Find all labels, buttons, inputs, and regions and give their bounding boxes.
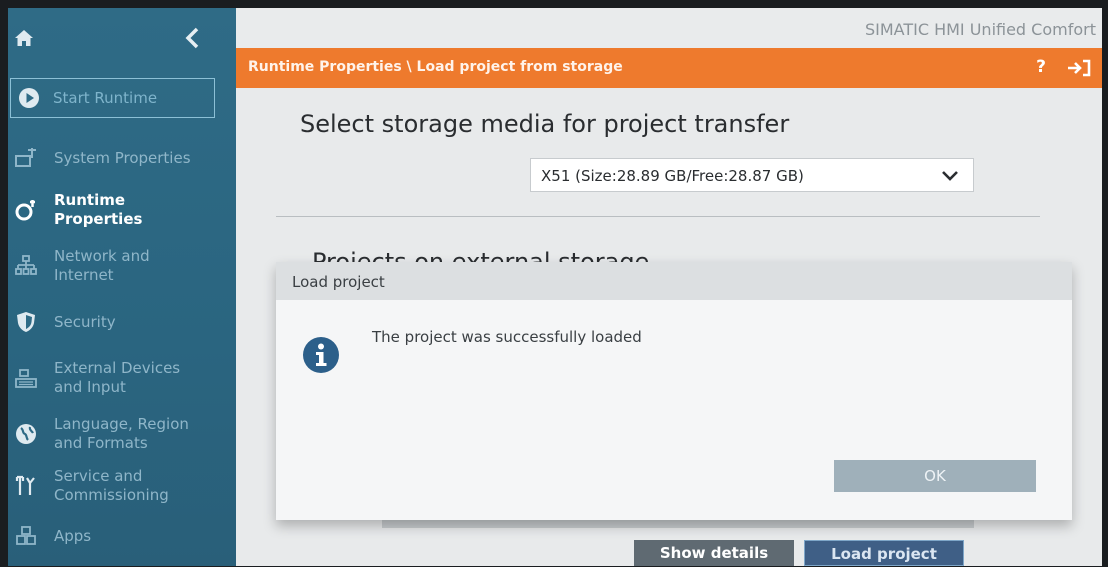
breadcrumb-bar: Runtime Properties \ Load project from s… (236, 48, 1102, 88)
system-properties-icon (15, 148, 36, 167)
sidebar-item-runtime-properties[interactable]: Runtime Properties (8, 188, 236, 232)
breadcrumb: Runtime Properties \ Load project from s… (248, 59, 623, 75)
sidebar-item-label: Security (54, 312, 116, 331)
page-title: Select storage media for project transfe… (300, 110, 790, 138)
sidebar-item-label: External Devices and Input (54, 359, 181, 396)
apps-icon (16, 526, 36, 545)
product-brand: SIMATIC HMI Unified Comfort (864, 20, 1096, 39)
sidebar-item-apps[interactable]: Apps (8, 514, 236, 558)
sidebar-item-label: Runtime Properties (54, 191, 143, 228)
sidebar-item-label: Service and Commissioning (54, 467, 169, 504)
show-details-button[interactable]: Show details (634, 540, 794, 566)
ok-button[interactable]: OK (834, 460, 1036, 492)
title-bar: SIMATIC HMI Unified Comfort (236, 8, 1102, 48)
storage-media-select[interactable]: X51 (Size:28.89 GB/Free:28.87 GB) (530, 158, 974, 192)
sidebar-item-language-region[interactable]: Language, Region and Formats (8, 412, 236, 456)
sidebar-item-system-properties[interactable]: System Properties (8, 136, 236, 180)
dialog-backdrop-strip (382, 520, 974, 528)
devices-icon (15, 369, 37, 388)
dialog-message: The project was successfully loaded (372, 328, 642, 346)
sidebar-item-service[interactable]: Service and Commissioning (8, 464, 236, 508)
sidebar-item-external-devices[interactable]: External Devices and Input (8, 356, 236, 400)
load-project-dialog: Load project The project was successfull… (276, 262, 1072, 520)
sidebar-item-label: Network and Internet (54, 247, 150, 284)
load-project-button[interactable]: Load project (804, 540, 964, 566)
runtime-properties-icon (15, 200, 35, 221)
sidebar-item-label: System Properties (54, 148, 191, 167)
network-icon (15, 255, 37, 275)
logout-icon[interactable] (1066, 58, 1092, 78)
globe-icon (16, 424, 36, 444)
dialog-header: Load project (276, 262, 1072, 300)
dialog-title: Load project (292, 273, 385, 291)
chevron-down-icon (942, 171, 958, 181)
hmi-screen: Start Runtime System Properties Runtime … (8, 8, 1102, 566)
play-icon (19, 88, 39, 108)
sidebar-item-security[interactable]: Security (8, 300, 236, 344)
storage-media-value: X51 (Size:28.89 GB/Free:28.87 GB) (541, 167, 804, 185)
sidebar-item-start-runtime[interactable]: Start Runtime (10, 78, 215, 118)
sidebar-item-network[interactable]: Network and Internet (8, 244, 236, 288)
sidebar: Start Runtime System Properties Runtime … (8, 8, 236, 566)
shield-icon (17, 312, 35, 332)
sidebar-item-label: Start Runtime (53, 88, 158, 107)
sidebar-item-label: Language, Region and Formats (54, 415, 189, 452)
home-icon[interactable] (14, 28, 34, 48)
tools-icon (15, 475, 35, 495)
section-divider (276, 216, 1040, 217)
help-button[interactable]: ? (1036, 57, 1046, 77)
info-icon (303, 337, 339, 373)
back-chevron-icon[interactable] (182, 26, 204, 50)
sidebar-item-label: Apps (54, 526, 92, 545)
